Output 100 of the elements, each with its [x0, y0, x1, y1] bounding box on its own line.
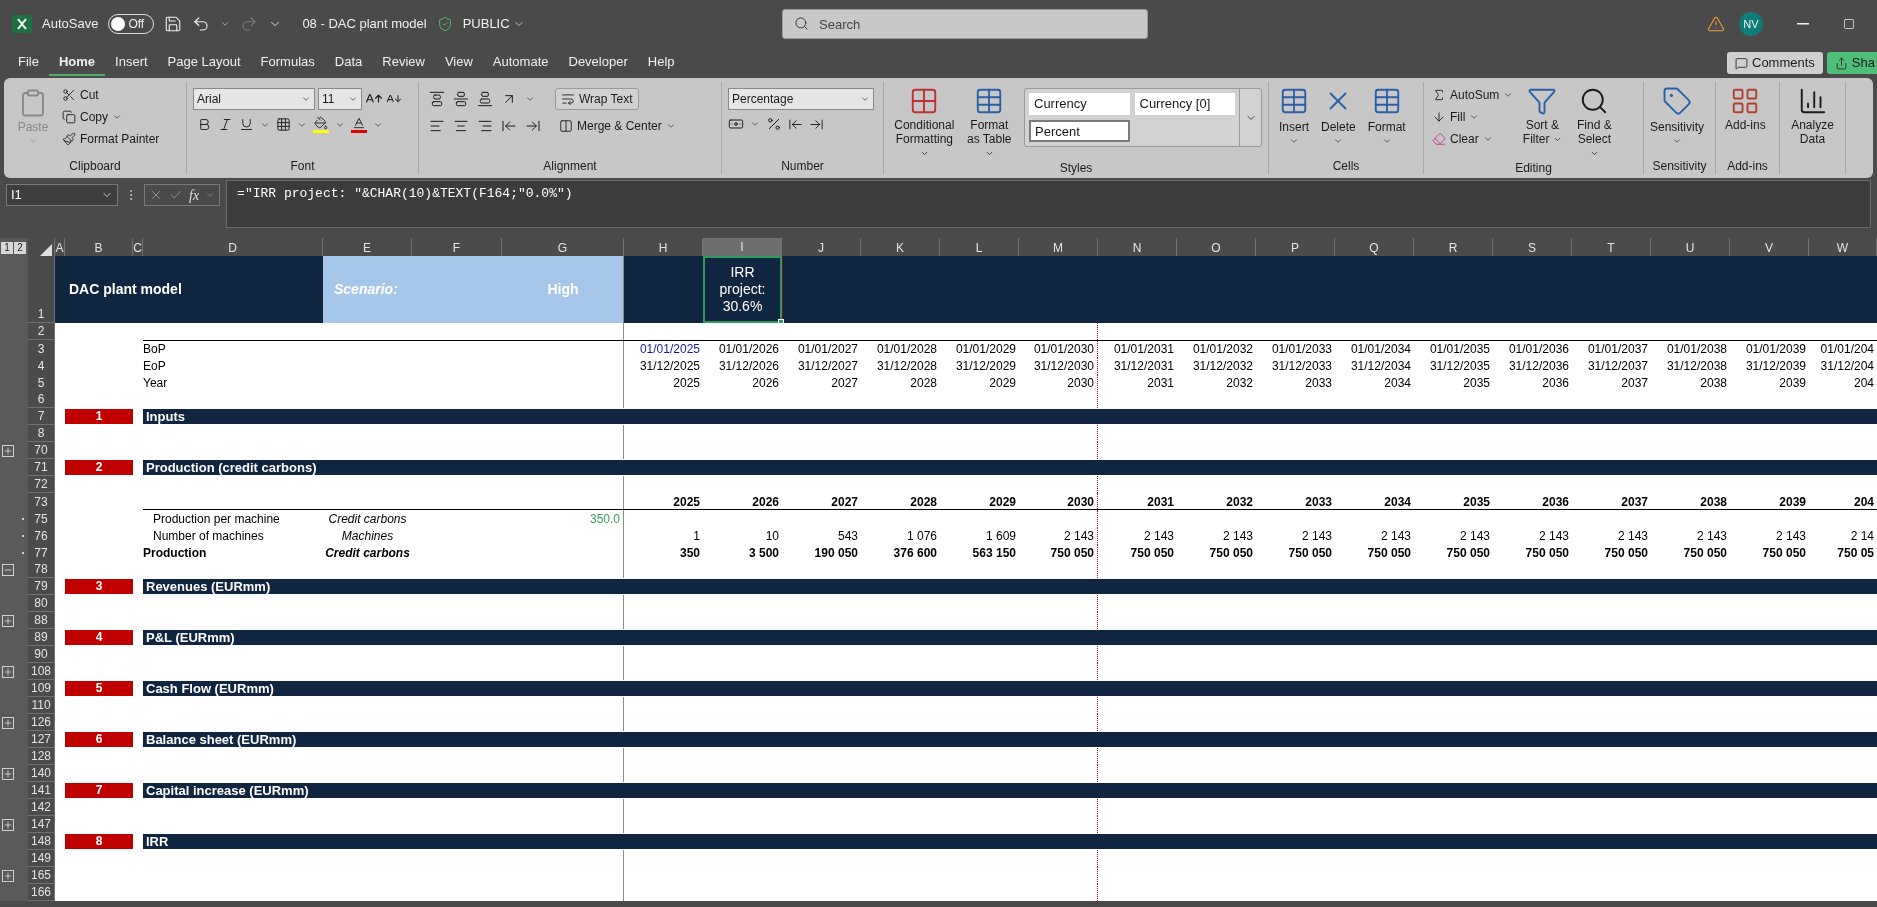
- row-number[interactable]: 140: [28, 765, 55, 782]
- row-number[interactable]: 79: [28, 578, 55, 595]
- delete-button[interactable]: Delete: [1317, 84, 1360, 146]
- row-number[interactable]: 165: [28, 867, 55, 884]
- row-number[interactable]: 1: [28, 256, 55, 323]
- row-number[interactable]: 88: [28, 612, 55, 629]
- irr-cell[interactable]: IRR project: 30.6%: [703, 256, 782, 323]
- outline-level-button[interactable]: 2: [14, 242, 26, 254]
- font-color-icon[interactable]: [351, 116, 367, 133]
- cell-style-option[interactable]: Currency: [1029, 93, 1130, 115]
- row-number[interactable]: 6: [28, 391, 55, 408]
- row-number[interactable]: 108: [28, 663, 55, 680]
- share-button[interactable]: Sha: [1826, 52, 1877, 74]
- name-box[interactable]: I1: [6, 184, 118, 206]
- copy-button[interactable]: Copy: [60, 106, 162, 128]
- formula-input[interactable]: ="IRR project: "&CHAR(10)&TEXT(F164;"0.0%"): [226, 180, 1871, 228]
- analyze-data-button[interactable]: Analyze Data: [1786, 84, 1839, 146]
- font-size-dropdown[interactable]: 11: [318, 88, 362, 110]
- row-number[interactable]: 5: [28, 374, 55, 392]
- row-number[interactable]: 141: [28, 782, 55, 799]
- row-number[interactable]: 80: [28, 595, 55, 612]
- format-button[interactable]: Format: [1363, 84, 1410, 146]
- row-number[interactable]: 2: [28, 323, 55, 340]
- cell-style-option[interactable]: Percent: [1029, 120, 1130, 142]
- cell-style-option[interactable]: Currency [0]: [1134, 93, 1235, 115]
- collapse-group-button[interactable]: [2, 563, 14, 576]
- cut-button[interactable]: Cut: [60, 84, 162, 106]
- expand-group-button[interactable]: [2, 818, 14, 831]
- insert-function-button[interactable]: fx: [189, 184, 200, 206]
- row-number[interactable]: 78: [28, 561, 55, 578]
- row-number[interactable]: 110: [28, 697, 55, 714]
- row-number[interactable]: 76: [28, 527, 55, 545]
- font-name-dropdown[interactable]: Arial: [193, 88, 315, 110]
- row-number[interactable]: 126: [28, 714, 55, 731]
- merge-center-button[interactable]: Merge & Center: [555, 115, 680, 137]
- expand-group-button[interactable]: [2, 614, 14, 627]
- row-number[interactable]: 90: [28, 646, 55, 663]
- outline-level-button[interactable]: 1: [1, 242, 13, 254]
- ribbon-tab[interactable]: Help: [637, 50, 685, 76]
- date-cell-text: 31/12/2036: [1508, 358, 1569, 375]
- ribbon-tab[interactable]: Page Layout: [157, 50, 251, 76]
- date-cell-text: 2028: [910, 375, 937, 392]
- ribbon-tab[interactable]: Automate: [482, 50, 559, 76]
- ribbon-tab[interactable]: Developer: [558, 50, 638, 76]
- row-number[interactable]: 72: [28, 476, 55, 493]
- wrap-text-button[interactable]: Wrap Text: [555, 88, 639, 110]
- row-number[interactable]: 8: [28, 425, 55, 442]
- unit-label: Credit carbons: [328, 511, 407, 528]
- row-number[interactable]: 109: [28, 680, 55, 697]
- row-number[interactable]: 77: [28, 544, 55, 562]
- fill-button[interactable]: Fill: [1430, 106, 1516, 128]
- row-number[interactable]: 148: [28, 833, 55, 850]
- fill-color-icon[interactable]: [313, 116, 329, 133]
- row-number[interactable]: 71: [28, 459, 55, 476]
- row-number[interactable]: 75: [28, 510, 55, 528]
- row-number[interactable]: 89: [28, 629, 55, 646]
- format-painter-button[interactable]: Format Painter: [60, 128, 162, 150]
- find-select-button[interactable]: Find & Select: [1569, 84, 1620, 160]
- user-avatar[interactable]: NV: [1739, 12, 1763, 36]
- row-number[interactable]: 70: [28, 442, 55, 459]
- minimize-icon[interactable]: [1797, 23, 1809, 25]
- expand-group-button[interactable]: [2, 665, 14, 678]
- autosum-button[interactable]: AutoSum: [1430, 84, 1516, 106]
- search-field[interactable]: Search: [782, 9, 1148, 39]
- column-header[interactable]: I: [703, 238, 782, 258]
- format-as-table-button[interactable]: Format as Table: [962, 84, 1016, 160]
- comments-button[interactable]: Comments: [1727, 52, 1823, 74]
- insert-button[interactable]: Insert: [1275, 84, 1313, 146]
- number-format-dropdown[interactable]: Percentage: [728, 88, 874, 110]
- ribbon-tab[interactable]: Review: [372, 50, 435, 76]
- date-cell-text: 2032: [1226, 375, 1253, 392]
- row-number[interactable]: 127: [28, 731, 55, 748]
- row-number[interactable]: 149: [28, 850, 55, 867]
- row-number[interactable]: 3: [28, 340, 55, 358]
- clear-button[interactable]: Clear: [1430, 128, 1516, 150]
- expand-group-button[interactable]: [2, 444, 14, 457]
- add-ins-button[interactable]: Add-ins: [1722, 84, 1769, 132]
- ribbon-tab[interactable]: Insert: [105, 50, 158, 76]
- row-number[interactable]: 73: [28, 493, 55, 511]
- row-number[interactable]: 147: [28, 816, 55, 833]
- ribbon-tab[interactable]: View: [434, 50, 483, 76]
- row-number[interactable]: 142: [28, 799, 55, 816]
- ribbon-tab[interactable]: Formulas: [250, 50, 325, 76]
- date-cell-text: 2033: [1305, 375, 1332, 392]
- sensitivity-button[interactable]: Sensitivity: [1650, 84, 1705, 146]
- expand-group-button[interactable]: [2, 716, 14, 729]
- row-number[interactable]: 166: [28, 884, 55, 901]
- ribbon-tab[interactable]: File: [8, 50, 49, 76]
- expand-group-button[interactable]: [2, 869, 14, 882]
- redo-icon: [240, 15, 259, 33]
- ribbon-tab[interactable]: Data: [324, 50, 373, 76]
- conditional-formatting-button[interactable]: Conditional Formatting: [890, 84, 959, 160]
- row-number[interactable]: 4: [28, 357, 55, 375]
- sort-filter-button[interactable]: Sort & Filter: [1519, 84, 1566, 146]
- ribbon-tab[interactable]: Home: [48, 50, 106, 76]
- caret-icon: [1672, 136, 1682, 146]
- sensitivity-dropdown[interactable]: PUBLIC: [462, 14, 525, 34]
- row-number[interactable]: 7: [28, 408, 55, 425]
- expand-group-button[interactable]: [2, 767, 14, 780]
- row-number[interactable]: 128: [28, 748, 55, 765]
